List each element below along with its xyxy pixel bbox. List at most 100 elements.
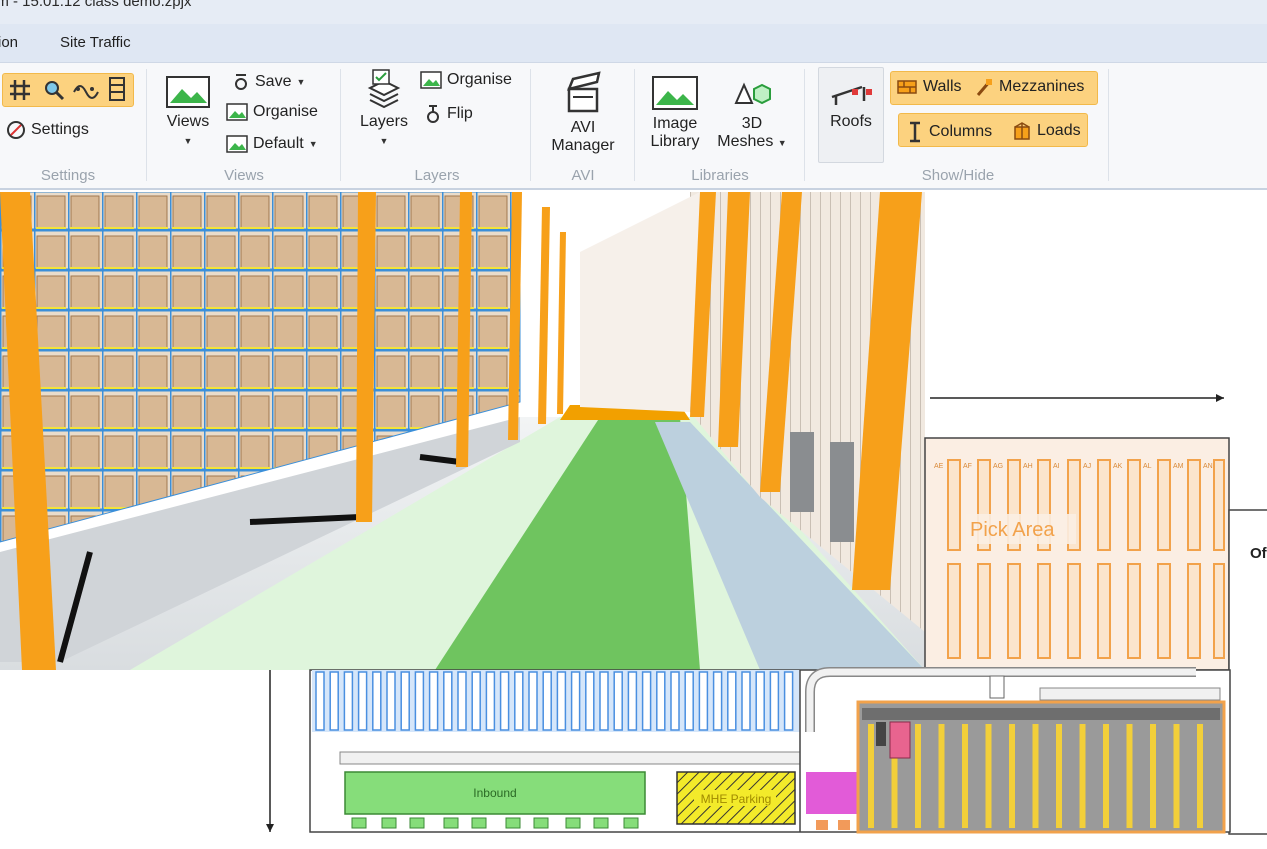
inbound-rack	[698, 671, 709, 731]
inbound-rack	[684, 671, 694, 731]
flip-button[interactable]: Flip	[424, 103, 473, 125]
inbound-dock-door	[351, 817, 367, 829]
inbound-rack	[783, 671, 794, 731]
inbound-rack	[386, 671, 396, 731]
mezzanine-conveyor	[1039, 687, 1221, 701]
pick-rack	[1127, 459, 1141, 551]
default-dropdown-arrow: ▼	[308, 139, 318, 149]
layer-check-icon	[372, 69, 390, 85]
warehouse-scene[interactable]: AE AF AG AH AI AJ AK AL AM AN Pick Area …	[0, 192, 1267, 849]
pick-rack	[1213, 459, 1225, 551]
organise-icon	[420, 71, 442, 89]
walls-button[interactable]: Walls	[896, 77, 962, 97]
mezzanine-stripe	[915, 724, 921, 828]
mezzanine-floor[interactable]	[856, 700, 1226, 834]
inbound-dock-door	[471, 817, 487, 829]
pick-area-label: Pick Area	[970, 519, 1055, 541]
inbound-rack	[641, 671, 652, 731]
inbound-rack	[727, 671, 737, 731]
inbound-rack	[443, 671, 453, 731]
group-label-settings: Settings	[40, 167, 96, 184]
flip-label: Flip	[447, 105, 473, 122]
zoom-icon[interactable]	[42, 78, 66, 102]
inbound-rack	[599, 671, 609, 731]
3d-meshes-dropdown-arrow: ▼	[777, 138, 787, 148]
despatch-zone[interactable]	[806, 772, 858, 814]
mezzanine-stripe	[1103, 724, 1109, 828]
connector-icon[interactable]	[72, 78, 100, 102]
mezzanine-stripe	[1009, 724, 1015, 828]
aisle-label: AH	[1023, 463, 1033, 470]
inbound-rack	[315, 671, 325, 731]
default-view-button[interactable]: Default ▼	[226, 135, 318, 153]
pick-rack	[1127, 563, 1141, 659]
loads-button[interactable]: Loads	[1012, 121, 1081, 141]
inbound-rack	[343, 671, 354, 731]
roofs-button[interactable]: Roofs	[822, 79, 880, 131]
dimension-arrowhead	[1216, 394, 1224, 402]
tab-site-traffic[interactable]: Site Traffic	[60, 34, 131, 51]
inbound-rack	[755, 671, 765, 731]
mezzanine-stripe	[1056, 724, 1062, 828]
3d-shapes-icon	[734, 82, 771, 105]
group-label-views: Views	[224, 167, 264, 184]
inbound-rack	[485, 671, 496, 731]
load-box-icon	[1014, 122, 1030, 140]
columns-button[interactable]: Columns	[906, 121, 992, 143]
mezzanine-stripe	[868, 724, 874, 828]
aisle-label: AF	[963, 463, 972, 470]
views-organise-button[interactable]: Organise	[226, 103, 318, 121]
save-button[interactable]: Save ▼	[232, 71, 305, 93]
warehouse-viewport[interactable]: AE AF AG AH AI AJ AK AL AM AN Pick Area …	[0, 192, 1267, 849]
layers-organise-button[interactable]: Organise	[420, 71, 512, 89]
default-view-icon	[226, 135, 248, 153]
tab-ion[interactable]: ion	[0, 34, 18, 51]
flip-icon	[427, 105, 439, 123]
organise-icon	[226, 103, 248, 121]
roof-icon	[831, 85, 872, 105]
inbound-rack	[656, 671, 666, 731]
avi-manager-line1: AVI	[570, 119, 596, 136]
inbound-dock-door	[533, 817, 549, 829]
mezzanines-button[interactable]: Mezzanines	[974, 77, 1084, 97]
aisle-label: AI	[1053, 463, 1060, 470]
pick-rack	[947, 563, 961, 659]
conveyor-junction	[989, 675, 1005, 699]
aisle-label: AL	[1143, 463, 1152, 470]
settings-label: Settings	[31, 121, 89, 138]
inbound-dock-door	[381, 817, 397, 829]
walls-icon	[897, 80, 917, 94]
avi-manager-button[interactable]: AVI Manager	[544, 71, 622, 155]
3d-warehouse-view[interactable]	[0, 192, 925, 670]
3d-meshes-line1: 3D	[741, 115, 763, 132]
pick-rack	[1067, 563, 1081, 659]
mezzanine-stripe	[1173, 724, 1180, 828]
inbound-dock-door	[505, 817, 521, 829]
pick-rack	[1157, 459, 1171, 551]
3d-meshes-button[interactable]: 3D Meshes ▼	[712, 75, 792, 152]
inbound-rack	[613, 671, 623, 731]
inbound-rack	[428, 671, 439, 731]
inbound-rack	[670, 671, 680, 731]
settings-button[interactable]: Settings	[6, 120, 89, 140]
walls-label: Walls	[923, 78, 962, 95]
inbound-rack	[499, 671, 510, 731]
rack-icon[interactable]	[106, 76, 128, 102]
offices-label: Of	[1250, 545, 1267, 562]
mezzanine-icon	[976, 79, 992, 96]
aisle-label: AE	[934, 463, 944, 470]
image-library-button[interactable]: Image Library	[646, 75, 704, 151]
layers-button[interactable]: Layers ▼	[356, 77, 412, 150]
ribbon-separator	[146, 69, 147, 181]
inbound-rack	[769, 671, 780, 731]
views-button[interactable]: Views ▼	[162, 75, 214, 150]
inbound-rack	[585, 671, 595, 731]
loads-label: Loads	[1037, 122, 1081, 139]
pick-rack	[947, 459, 961, 551]
group-label-show-hide: Show/Hide	[921, 167, 995, 184]
grid-icon[interactable]	[8, 78, 32, 102]
dimension-arrowhead	[266, 824, 274, 832]
inbound-rack	[712, 671, 723, 731]
image-library-icon	[652, 76, 698, 110]
save-view-icon	[235, 74, 247, 90]
